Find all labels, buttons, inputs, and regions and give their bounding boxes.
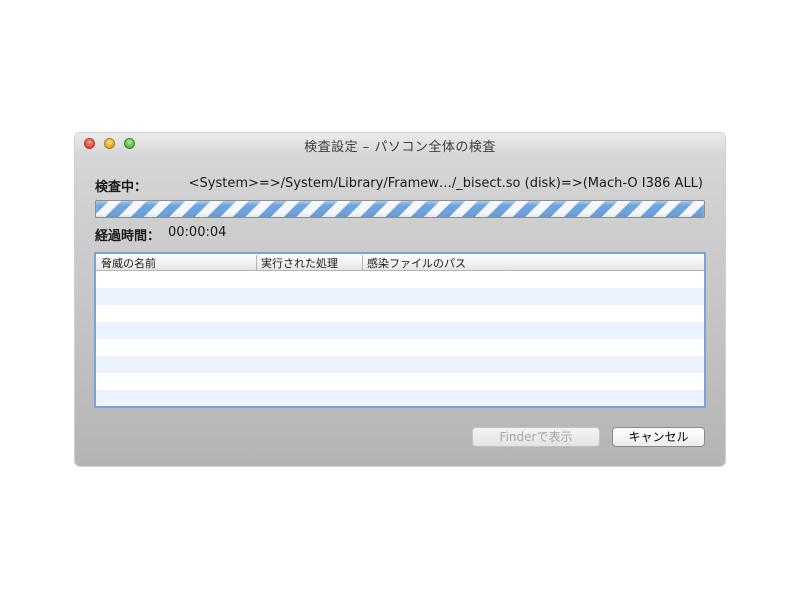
column-header-infected-path[interactable]: 感染ファイルのパス	[362, 255, 466, 271]
checking-label: 検査中：	[95, 180, 148, 195]
table-row[interactable]	[96, 322, 704, 339]
current-scan-path: <System>=>/System/Library/Framew…/_bisec…	[188, 176, 703, 191]
threat-results-table[interactable]: 脅威の名前 実行された処理 感染ファイルのパス	[94, 252, 706, 408]
elapsed-time: 00:00:04	[168, 225, 227, 240]
window-title: 検査設定 – パソコン全体の検査	[304, 140, 496, 155]
elapsed-label: 経過時間：	[95, 229, 161, 244]
table-row[interactable]	[96, 390, 704, 406]
cancel-button[interactable]: キャンセル	[612, 427, 705, 447]
table-row[interactable]	[96, 288, 704, 305]
table-row[interactable]	[96, 305, 704, 322]
table-header: 脅威の名前 実行された処理 感染ファイルのパス	[96, 254, 704, 271]
column-header-threat-name[interactable]: 脅威の名前	[101, 255, 156, 271]
table-row[interactable]	[96, 271, 704, 288]
table-row[interactable]	[96, 339, 704, 356]
table-row[interactable]	[96, 373, 704, 390]
table-row[interactable]	[96, 356, 704, 373]
title-bar[interactable]: 検査設定 – パソコン全体の検査	[75, 133, 725, 155]
show-in-finder-button[interactable]: Finderで表示	[472, 427, 600, 447]
scan-window: 検査設定 – パソコン全体の検査 検査中： <System>=>/System/…	[75, 133, 725, 466]
scan-progress-bar	[95, 200, 705, 218]
column-header-action-taken[interactable]: 実行された処理	[256, 255, 338, 271]
